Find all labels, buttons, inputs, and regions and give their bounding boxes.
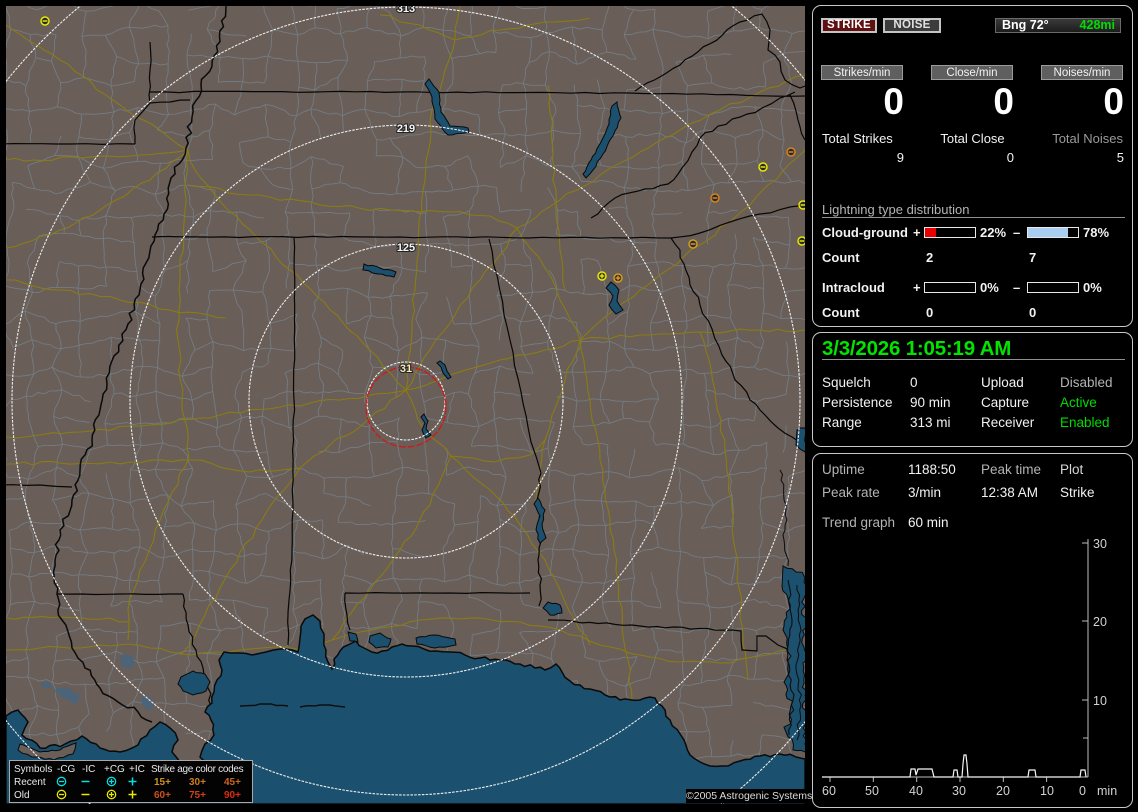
svg-text:60: 60	[822, 784, 836, 798]
svg-text:50: 50	[865, 784, 879, 798]
svg-text:20: 20	[1093, 615, 1107, 629]
svg-text:min: min	[1097, 784, 1117, 798]
svg-text:0: 0	[1079, 784, 1086, 798]
svg-text:20: 20	[996, 784, 1010, 798]
svg-text:10: 10	[1093, 694, 1107, 708]
svg-text:40: 40	[909, 784, 923, 798]
svg-text:31: 31	[400, 363, 412, 375]
svg-text:10: 10	[1040, 784, 1054, 798]
svg-text:30: 30	[952, 784, 966, 798]
svg-text:219: 219	[397, 123, 415, 135]
svg-text:30: 30	[1093, 537, 1107, 551]
svg-text:125: 125	[397, 242, 415, 254]
